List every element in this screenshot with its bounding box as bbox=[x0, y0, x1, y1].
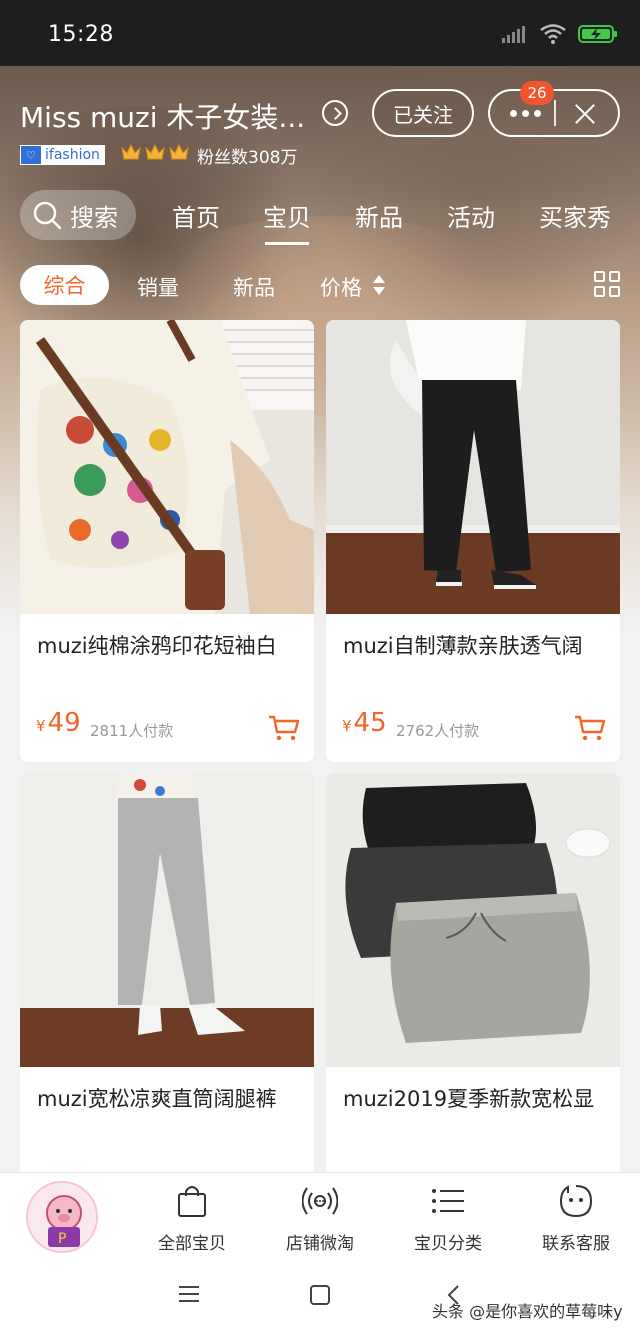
product-image bbox=[20, 320, 314, 614]
fans-count: 粉丝数308万 bbox=[197, 148, 298, 168]
cart-icon[interactable] bbox=[574, 714, 606, 742]
bag-icon bbox=[178, 1186, 206, 1217]
product-card[interactable]: muzi宽松凉爽直筒阔腿裤 bbox=[20, 773, 314, 1193]
all-products-button[interactable]: 全部宝贝 bbox=[132, 1181, 252, 1254]
search-label: 搜索 bbox=[70, 203, 118, 232]
shop-rating-crowns bbox=[120, 142, 190, 162]
shop-info-arrow-icon[interactable] bbox=[322, 100, 348, 126]
sort-sales[interactable]: 销量 bbox=[137, 272, 179, 302]
ifashion-label: ifashion bbox=[45, 147, 100, 163]
shop-bottom-bar: P 全部宝贝 店铺微淘 宝贝分类 联系客服 bbox=[0, 1172, 640, 1256]
price-value: 45 bbox=[353, 708, 387, 738]
watermark-text: 头条 @是你喜欢的草莓味y bbox=[432, 1302, 623, 1321]
shop-weitao-button[interactable]: 店铺微淘 bbox=[260, 1181, 380, 1254]
currency-symbol: ¥ bbox=[342, 717, 352, 735]
product-title: muzi纯棉涂鸦印花短袖白 bbox=[37, 634, 277, 658]
product-title: muzi宽松凉爽直筒阔腿裤 bbox=[37, 1087, 277, 1111]
cart-icon[interactable] bbox=[268, 714, 300, 742]
ifashion-tag: ♡ ifashion bbox=[20, 145, 105, 165]
product-title: muzi2019夏季新款宽松显 bbox=[343, 1087, 595, 1111]
search-icon bbox=[33, 201, 62, 230]
price-value: 49 bbox=[47, 708, 81, 738]
sold-count: 2811人付款 bbox=[90, 722, 174, 740]
broadcast-icon bbox=[302, 1187, 338, 1215]
customer-service-button[interactable]: 联系客服 bbox=[516, 1181, 636, 1254]
product-card[interactable]: muzi纯棉涂鸦印花短袖白 ¥ 49 2811人付款 bbox=[20, 320, 314, 762]
tab-buyer-show[interactable]: 买家秀 bbox=[539, 198, 611, 233]
customer-service-label: 联系客服 bbox=[542, 1234, 610, 1254]
categories-label: 宝贝分类 bbox=[414, 1234, 482, 1254]
product-price: ¥ 45 bbox=[342, 708, 387, 738]
sort-price[interactable]: 价格 bbox=[320, 272, 362, 302]
menu-icon[interactable] bbox=[178, 1285, 200, 1303]
sort-arrows-icon bbox=[373, 275, 385, 297]
currency-symbol: ¥ bbox=[36, 717, 46, 735]
tab-events[interactable]: 活动 bbox=[447, 198, 495, 233]
sort-new[interactable]: 新品 bbox=[233, 272, 275, 302]
product-title: muzi自制薄款亲肤透气阔 bbox=[343, 634, 583, 658]
shop-weitao-label: 店铺微淘 bbox=[286, 1234, 354, 1254]
status-icons bbox=[502, 24, 618, 44]
crown-icon bbox=[169, 143, 189, 160]
tab-new[interactable]: 新品 bbox=[355, 198, 403, 233]
svg-text:P: P bbox=[58, 1231, 66, 1247]
ifashion-logo-icon: ♡ bbox=[21, 146, 41, 164]
follow-button[interactable]: 已关注 bbox=[372, 89, 474, 137]
sort-comprehensive[interactable]: 综合 bbox=[20, 265, 109, 305]
close-icon[interactable] bbox=[572, 101, 598, 127]
signal-icon bbox=[502, 26, 525, 43]
shop-name[interactable]: Miss muzi 木子女装... bbox=[20, 96, 305, 136]
product-image bbox=[20, 773, 314, 1067]
categories-button[interactable]: 宝贝分类 bbox=[388, 1181, 508, 1254]
crown-icon bbox=[121, 143, 141, 160]
all-products-label: 全部宝贝 bbox=[158, 1234, 226, 1254]
more-icon[interactable] bbox=[510, 110, 541, 117]
crown-icon bbox=[145, 143, 165, 160]
sold-count: 2762人付款 bbox=[396, 722, 480, 740]
status-time: 15:28 bbox=[48, 22, 114, 47]
mini-program-capsule: 26 bbox=[488, 81, 620, 137]
status-bar: 15:28 bbox=[0, 0, 640, 66]
product-card[interactable]: muzi2019夏季新款宽松显 bbox=[326, 773, 620, 1193]
shop-avatar[interactable]: P bbox=[26, 1181, 98, 1253]
battery-icon bbox=[578, 25, 617, 43]
home-icon[interactable] bbox=[310, 1285, 330, 1305]
product-card[interactable]: muzi自制薄款亲肤透气阔 ¥ 45 2762人付款 bbox=[326, 320, 620, 762]
tab-products[interactable]: 宝贝 bbox=[263, 198, 311, 245]
wifi-icon bbox=[540, 24, 566, 44]
grid-view-icon[interactable] bbox=[594, 271, 622, 299]
shop-search-button[interactable]: 搜索 bbox=[20, 190, 136, 240]
product-image bbox=[326, 773, 620, 1067]
tab-home[interactable]: 首页 bbox=[172, 198, 220, 233]
chat-face-icon bbox=[559, 1185, 593, 1218]
list-icon bbox=[432, 1189, 464, 1213]
notification-badge: 26 bbox=[520, 81, 554, 105]
product-image bbox=[326, 320, 620, 614]
product-price: ¥ 49 bbox=[36, 708, 81, 738]
